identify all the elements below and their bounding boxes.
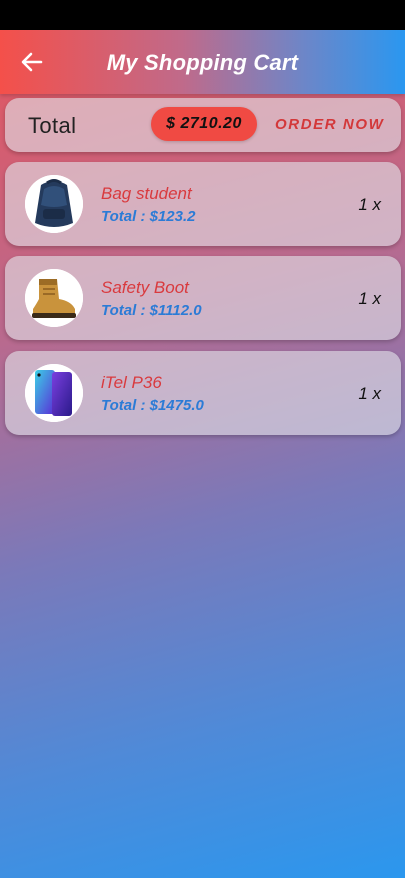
order-now-button[interactable]: ORDER NOW bbox=[275, 116, 384, 133]
cart-item[interactable]: Bag student Total : $123.2 1 x bbox=[5, 162, 401, 246]
item-total: Total : $1475.0 bbox=[101, 397, 204, 414]
total-amount-badge: $ 2710.20 bbox=[151, 107, 257, 141]
page-title: My Shopping Cart bbox=[106, 50, 299, 75]
item-quantity: 1 x bbox=[358, 195, 381, 214]
item-name: Safety Boot bbox=[101, 278, 189, 297]
cart-total-card: Total $ 2710.20 ORDER NOW bbox=[5, 98, 401, 152]
item-name: iTel P36 bbox=[101, 373, 162, 392]
total-label: Total bbox=[28, 113, 77, 138]
boot-image bbox=[25, 269, 83, 327]
item-quantity: 1 x bbox=[358, 384, 381, 403]
cart-item[interactable]: Safety Boot Total : $1112.0 1 x bbox=[5, 256, 401, 340]
phone-image bbox=[25, 364, 83, 422]
item-name: Bag student bbox=[101, 184, 192, 203]
item-total: Total : $1112.0 bbox=[101, 302, 202, 319]
backpack-image bbox=[25, 175, 83, 233]
item-quantity: 1 x bbox=[358, 289, 381, 308]
cart-item[interactable]: iTel P36 Total : $1475.0 1 x bbox=[5, 351, 401, 435]
status-bar bbox=[0, 0, 405, 30]
app-bar: My Shopping Cart bbox=[0, 30, 405, 94]
item-total: Total : $123.2 bbox=[101, 208, 196, 225]
